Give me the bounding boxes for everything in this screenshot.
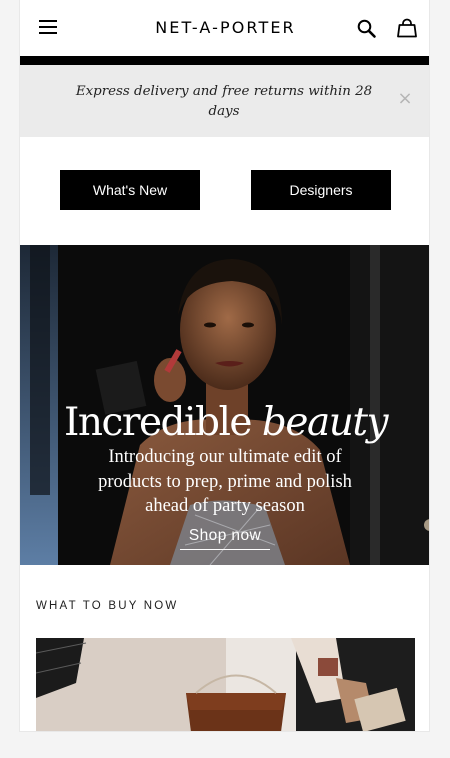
page-footer-gutter [0, 732, 450, 758]
header-divider [20, 56, 429, 65]
mobile-page: NET-A-PORTER Express delivery and free r… [19, 0, 430, 732]
whats-new-button[interactable]: What's New [60, 170, 200, 210]
shopping-bag-icon[interactable] [395, 16, 419, 40]
close-icon[interactable]: × [397, 90, 413, 108]
promo-banner: Express delivery and free returns within… [20, 65, 429, 137]
handbag-photo [36, 638, 415, 731]
site-header: NET-A-PORTER [20, 0, 429, 56]
search-icon[interactable] [356, 18, 378, 40]
shop-now-link[interactable]: Shop now [180, 527, 270, 550]
section-title-what-to-buy-now: WHAT TO BUY NOW [36, 600, 179, 612]
designers-button[interactable]: Designers [251, 170, 391, 210]
hero-banner[interactable]: Incredible beauty Introducing our ultima… [20, 245, 429, 565]
hero-title: Incredible beauty [20, 400, 429, 446]
hero-title-italic: beauty [261, 400, 389, 445]
product-image[interactable] [36, 638, 415, 731]
quick-nav: What's New Designers [20, 137, 429, 245]
promo-text: Express delivery and free returns within… [75, 84, 373, 119]
hero-subtitle: Introducing our ultimate edit of product… [98, 447, 352, 516]
hero-title-plain: Incredible [63, 400, 253, 445]
